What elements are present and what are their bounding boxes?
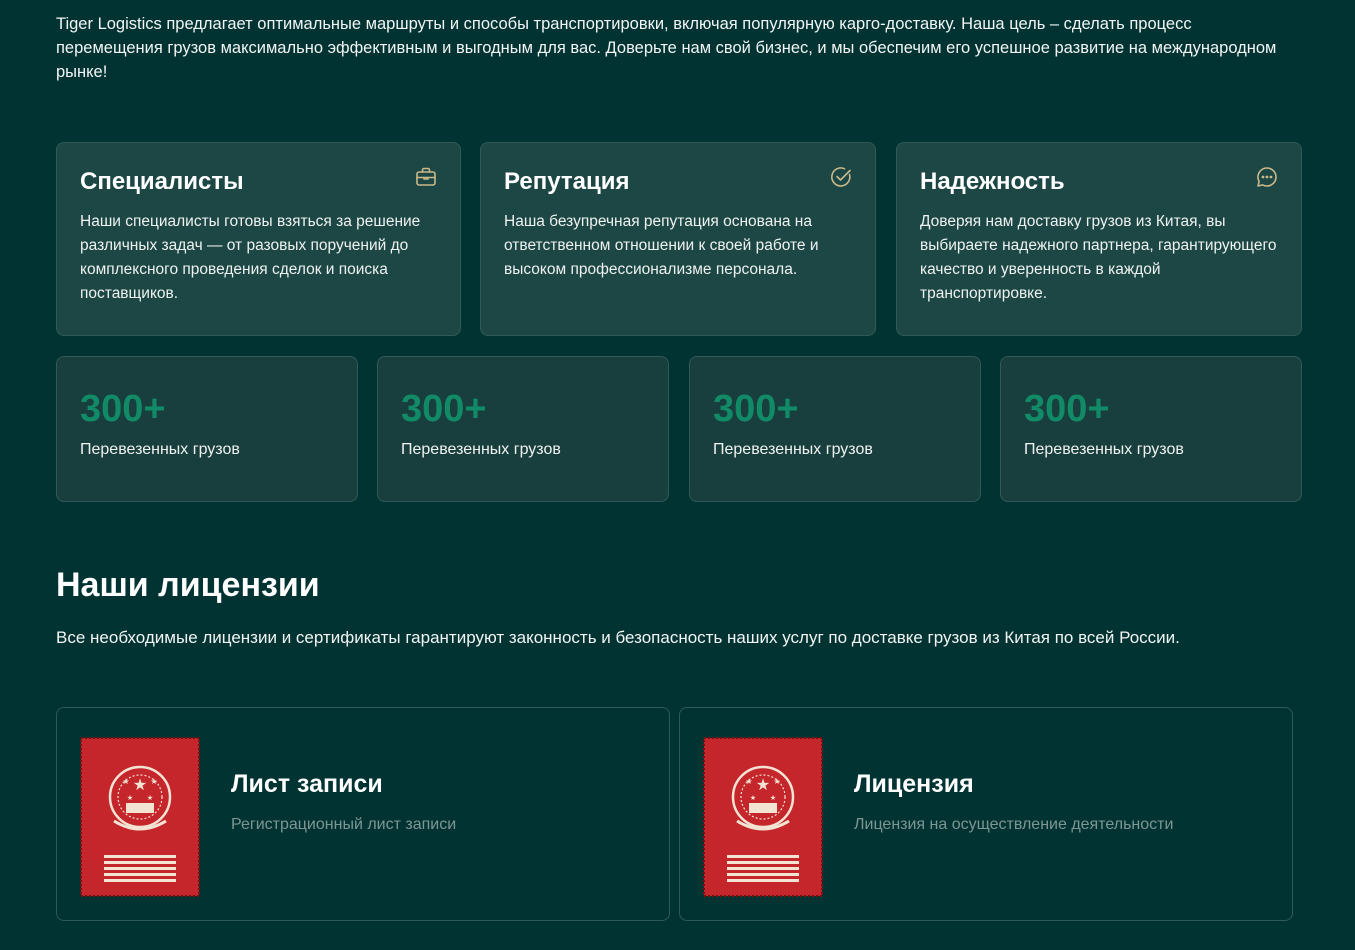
feature-card-specialists: Специалисты Наши специалисты готовы взят…	[56, 142, 461, 336]
feature-title: Специалисты	[80, 168, 244, 195]
feature-card-reputation: Репутация Наша безупречная репутация осн…	[480, 142, 876, 336]
stat-card: 300+ Перевезенных грузов	[56, 356, 358, 502]
license-title: Лист записи	[231, 770, 383, 798]
svg-text:★: ★	[147, 794, 153, 802]
chat-bubble-icon	[1255, 165, 1279, 189]
stat-label: Перевезенных грузов	[1024, 441, 1184, 458]
svg-text:★: ★	[750, 794, 756, 802]
feature-text: Наша безупречная репутация основана на о…	[504, 213, 819, 278]
stat-label: Перевезенных грузов	[401, 441, 561, 458]
license-card-license[interactable]: ★ ★ ★ ★ ★ Лицензия Лицензия на осуществл…	[679, 707, 1293, 921]
section-title-licenses: Наши лицензии	[56, 566, 320, 604]
license-subtitle: Регистрационный лист записи	[231, 816, 457, 833]
svg-text:★: ★	[133, 775, 147, 794]
intro-text: Tiger Logistics предлагает оптимальные м…	[56, 15, 1277, 81]
svg-text:★: ★	[756, 775, 770, 794]
check-circle-icon	[829, 165, 853, 189]
stat-label: Перевезенных грузов	[80, 441, 240, 458]
svg-text:★: ★	[127, 794, 133, 802]
page: Tiger Logistics предлагает оптимальные м…	[0, 0, 1355, 950]
stat-number: 300+	[713, 388, 799, 430]
section-description-licenses: Все необходимые лицензии и сертификаты г…	[56, 628, 1180, 647]
state-emblem-document-icon: ★ ★ ★ ★ ★	[80, 737, 200, 897]
stat-number: 300+	[1024, 388, 1110, 430]
stat-card: 300+ Перевезенных грузов	[689, 356, 981, 502]
license-card-record-sheet[interactable]: ★ ★ ★ ★ ★ Лист записи Регистрационный ли…	[56, 707, 670, 921]
feature-text: Наши специалисты готовы взяться за решен…	[80, 213, 421, 302]
feature-title: Надежность	[920, 168, 1065, 195]
feature-text: Доверяя нам доставку грузов из Китая, вы…	[920, 213, 1277, 302]
stat-number: 300+	[80, 388, 166, 430]
stat-card: 300+ Перевезенных грузов	[1000, 356, 1302, 502]
stat-label: Перевезенных грузов	[713, 441, 873, 458]
briefcase-icon	[414, 165, 438, 189]
feature-title: Репутация	[504, 168, 630, 195]
state-emblem-document-icon: ★ ★ ★ ★ ★	[703, 737, 823, 897]
svg-text:★: ★	[770, 794, 776, 802]
stat-number: 300+	[401, 388, 487, 430]
svg-text:★: ★	[745, 777, 752, 786]
svg-text:★: ★	[122, 777, 129, 786]
license-title: Лицензия	[854, 770, 974, 798]
svg-text:★: ★	[773, 777, 780, 786]
license-subtitle: Лицензия на осуществление деятельности	[854, 816, 1174, 833]
svg-text:★: ★	[150, 777, 157, 786]
stat-card: 300+ Перевезенных грузов	[377, 356, 669, 502]
feature-card-reliability: Надежность Доверяя нам доставку грузов и…	[896, 142, 1302, 336]
